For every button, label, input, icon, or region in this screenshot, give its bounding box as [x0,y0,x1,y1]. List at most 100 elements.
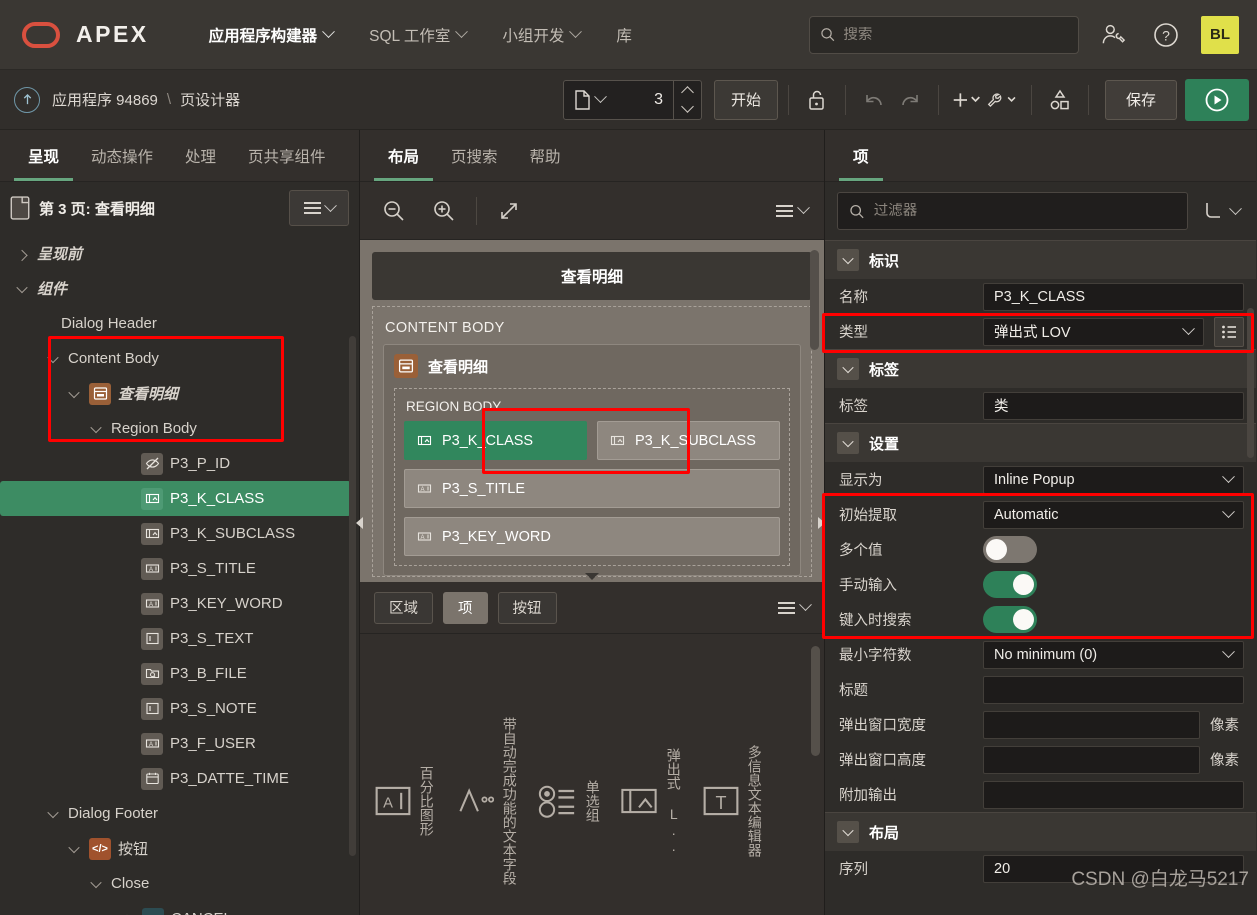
search-as-you-type-toggle[interactable] [983,606,1037,633]
tree-node-region-view-detail[interactable]: 查看明细 [0,376,359,411]
section-collapse-icon[interactable] [837,358,859,380]
gallery-item-popup-lov[interactable]: 弹出式 L.. [610,748,692,854]
twisty-expanded[interactable] [45,351,61,367]
twisty-collapsed[interactable] [119,911,135,915]
account-menu-button[interactable] [1097,18,1131,52]
tree-node-buttons[interactable]: </> 按钮 [0,831,359,866]
tree-node-item-p3-s-text[interactable]: P3_S_TEXT [0,621,359,656]
gallery-tab-buttons[interactable]: 按钮 [497,591,557,624]
help-button[interactable]: ? [1149,18,1183,52]
region-card[interactable]: 查看明细 REGION BODY P3_K_CLASS P3_K_SUBCLAS… [383,344,801,576]
tree-node-item-p3-f-user[interactable]: A P3_F_USER [0,726,359,761]
tree-node-pre-rendering[interactable]: 呈现前 [0,236,359,271]
canvas-item-p3-key-word[interactable]: A P3_KEY_WORD [404,517,780,556]
tree-node-cancel[interactable]: CANCEL [0,901,359,915]
section-collapse-icon[interactable] [837,249,859,271]
page-number-value[interactable]: 3 [613,91,673,109]
tab-processing[interactable]: 处理 [171,145,230,181]
property-filter[interactable] [837,192,1188,230]
tree-node-components[interactable]: 组件 [0,271,359,306]
nav-item-app-builder[interactable]: 应用程序构建器 [191,18,352,52]
breadcrumb-page-designer[interactable]: 页设计器 [180,89,240,110]
canvas-item-p3-k-subclass[interactable]: P3_K_SUBCLASS [597,421,780,460]
search-input[interactable] [843,26,1068,43]
right-pane-splitter[interactable] [816,130,826,915]
multiple-values-toggle[interactable] [983,536,1037,563]
start-button[interactable]: 开始 [713,79,778,120]
property-pane-scrollbar[interactable] [1247,308,1254,458]
zoom-out-button[interactable] [376,193,412,229]
nav-item-gallery[interactable]: 库 [598,18,650,52]
gallery-item-radio-group[interactable]: 单选组 [528,780,610,822]
global-search[interactable] [809,15,1079,54]
twisty-collapsed[interactable] [14,246,30,262]
section-collapse-icon[interactable] [837,432,859,454]
redo-button[interactable] [892,82,928,118]
tab-help[interactable]: 帮助 [516,145,575,181]
tree-node-item-p3-s-title[interactable]: A P3_S_TITLE [0,551,359,586]
title-input[interactable] [983,675,1244,704]
tab-rendering[interactable]: 呈现 [14,145,74,181]
tab-page-search[interactable]: 页搜索 [437,145,512,181]
save-button[interactable]: 保存 [1104,79,1177,120]
canvas-item-p3-s-title[interactable]: A P3_S_TITLE [404,469,780,508]
page-number-stepper[interactable] [672,80,701,119]
tree-node-region-body[interactable]: Region Body [0,411,359,446]
section-header-label[interactable]: 标签 [825,349,1256,388]
twisty-expanded[interactable] [66,386,82,402]
gallery-item-percent-chart[interactable]: A 百分比图形 [364,766,446,836]
canvas-item-p3-k-class[interactable]: P3_K_CLASS [404,421,587,460]
sequence-input[interactable]: 20 [983,854,1244,883]
minimum-characters-select[interactable]: No minimum (0) [983,640,1244,669]
section-collapse-icon[interactable] [837,821,859,843]
tree-node-item-p3-datte-time[interactable]: P3_DATTE_TIME [0,761,359,796]
tree-node-item-p3-b-file[interactable]: P3_B_FILE [0,656,359,691]
theme-roller-button[interactable] [1042,82,1078,118]
save-and-run-button[interactable] [1185,78,1249,121]
tree-node-dialog-footer[interactable]: Dialog Footer [0,796,359,831]
user-avatar[interactable]: BL [1201,15,1239,54]
region-body-container[interactable]: REGION BODY P3_K_CLASS P3_K_SUBCLASS A P… [394,388,790,566]
type-lov-button[interactable] [1214,316,1244,347]
twisty-expanded[interactable] [66,841,82,857]
tree-node-item-p3-p-id[interactable]: P3_P_ID [0,446,359,481]
tree-menu-button[interactable] [289,190,349,226]
zoom-in-button[interactable] [426,193,462,229]
utilities-button[interactable] [985,82,1021,118]
gallery-item-rich-text-editor[interactable]: T 多信息文本编辑器 [692,745,774,857]
navigate-up-button[interactable] [14,86,40,113]
initial-fetch-select[interactable]: Automatic [983,500,1244,529]
tab-page-shared-components[interactable]: 页共享组件 [234,145,340,181]
tree-node-item-p3-s-note[interactable]: P3_S_NOTE [0,691,359,726]
lock-toggle-button[interactable] [799,82,835,118]
additional-outputs-input[interactable] [983,780,1244,809]
tree-node-content-body[interactable]: Content Body [0,341,359,376]
add-component-button[interactable] [949,82,985,118]
breadcrumb-app[interactable]: 应用程序 94869 [52,89,158,110]
type-select[interactable]: 弹出式 LOV [983,317,1204,346]
expand-button[interactable] [491,193,527,229]
property-filter-input[interactable] [873,203,1176,219]
section-header-layout[interactable]: 布局 [825,812,1256,851]
tab-item-properties[interactable]: 项 [839,145,883,181]
nav-item-sql-workshop[interactable]: SQL 工作室 [351,18,484,52]
content-body-container[interactable]: CONTENT BODY 查看明细 REGION BODY P3_K_CLASS… [372,306,812,577]
twisty-expanded[interactable] [88,421,104,437]
gallery-item-autocomplete[interactable]: 带自动完成功能的文本字段 [446,717,528,885]
twisty-expanded[interactable] [88,876,104,892]
section-header-settings[interactable]: 设置 [825,423,1256,462]
twisty-expanded[interactable] [45,806,61,822]
popup-width-input[interactable] [983,710,1200,739]
name-input[interactable]: P3_K_CLASS [983,282,1244,311]
canvas-collapse-icon[interactable] [585,573,599,580]
page-type-dropdown[interactable] [564,89,613,110]
display-as-select[interactable]: Inline Popup [983,465,1244,494]
tree-node-dialog-header[interactable]: Dialog Header [0,306,359,341]
left-pane-splitter[interactable] [354,130,364,915]
nav-item-team-development[interactable]: 小组开发 [484,18,598,52]
popup-height-input[interactable] [983,745,1200,774]
goto-group-button[interactable] [1198,200,1244,222]
gallery-tab-items[interactable]: 项 [443,591,488,624]
gallery-menu-button[interactable] [778,598,812,614]
tree-node-item-p3-k-subclass[interactable]: P3_K_SUBCLASS [0,516,359,551]
